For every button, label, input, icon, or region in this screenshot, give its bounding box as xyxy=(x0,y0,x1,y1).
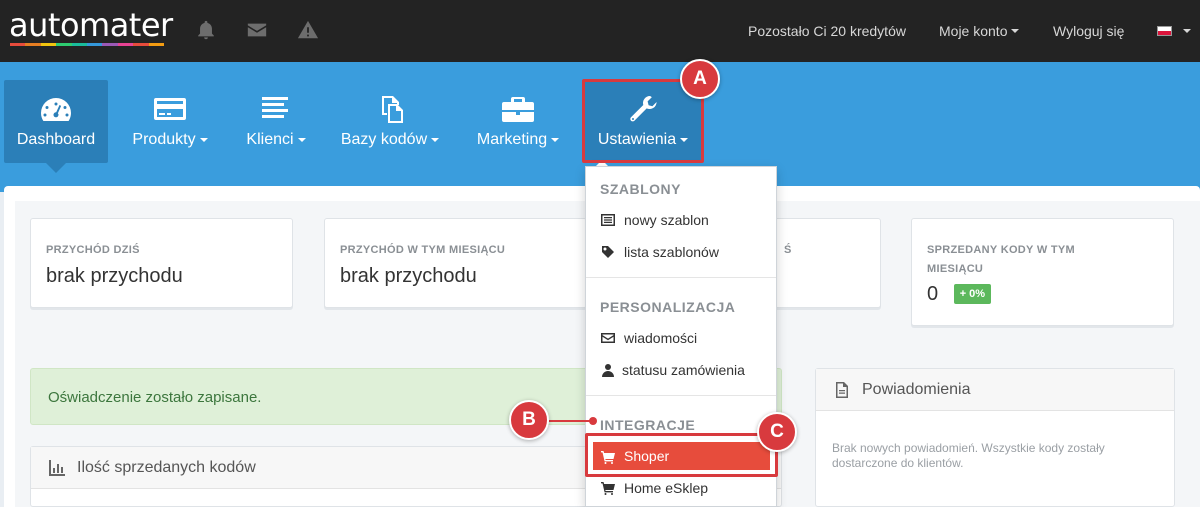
stat-value: brak przychodu xyxy=(340,265,477,287)
stat-card-revenue-today: PRZYCHÓD DZIŚ brak przychodu xyxy=(30,218,293,308)
nav-label: Dashboard xyxy=(16,131,96,148)
stat-value: brak przychodu xyxy=(46,265,183,287)
briefcase-icon xyxy=(501,94,535,124)
dropdown-divider xyxy=(586,277,776,278)
highlight-shoper xyxy=(585,433,778,477)
nav-bazy-kodow[interactable]: Bazy kodów xyxy=(333,80,447,163)
polish-flag-icon[interactable] xyxy=(1157,26,1172,36)
menu-item-lista-szablonow[interactable]: lista szablonów xyxy=(586,237,776,267)
alert-text: Oświadczenie zostało zapisane. xyxy=(48,389,262,406)
dropdown-header-personalizacja: PERSONALIZACJA xyxy=(600,299,736,315)
chevron-down-icon xyxy=(1011,29,1020,33)
logo-stripe-segment xyxy=(117,43,134,46)
notifications-empty-text: Brak nowych powiadomień. Wszystkie kody … xyxy=(832,441,1105,470)
automater-logo[interactable]: automater xyxy=(9,8,173,42)
box-title: Ilość sprzedanych kodów xyxy=(77,459,256,476)
credit-card-icon xyxy=(153,94,187,124)
menu-item-home-esklep[interactable]: Home eSklep xyxy=(586,473,776,503)
user-icon xyxy=(601,363,615,377)
logo-color-stripe xyxy=(10,43,165,46)
warning-icon[interactable] xyxy=(297,19,319,41)
dropdown-header-szablony: SZABLONY xyxy=(600,181,681,197)
dashboard-icon xyxy=(39,94,73,124)
bell-icon[interactable] xyxy=(195,19,217,41)
nav-label: Marketing xyxy=(476,131,548,148)
annotation-dot xyxy=(589,417,597,425)
menu-item-statusu-zamowienia[interactable]: statusu zamówienia xyxy=(586,355,776,385)
nav-dashboard[interactable]: Dashboard xyxy=(4,80,108,163)
annotation-connector xyxy=(549,420,591,422)
logo-stripe-segment xyxy=(102,43,118,46)
language-chevron-down-icon[interactable] xyxy=(1183,29,1191,33)
account-menu[interactable]: Moje konto xyxy=(939,0,1020,62)
stat-value: 0 + 0% xyxy=(927,283,992,306)
box-header: Powiadomienia xyxy=(816,369,1174,411)
logo-stripe-segment xyxy=(148,43,165,46)
logo-stripe-segment xyxy=(40,43,57,46)
logo-stripe-segment xyxy=(56,43,72,46)
nav-label: Produkty xyxy=(132,131,196,148)
credits-info: Pozostało Ci 20 kredytów xyxy=(748,23,906,39)
stat-title: SPRZEDANY KODY W TYM MIESIĄCU xyxy=(927,244,1075,275)
stat-title: PRZYCHÓD W TYM MIESIĄCU xyxy=(340,244,506,256)
notifications-box: Powiadomienia Brak nowych powiadomień. W… xyxy=(815,368,1175,507)
box-title: Powiadomienia xyxy=(862,381,971,398)
stat-title-partial: Ś xyxy=(784,244,792,256)
logo-stripe-segment xyxy=(10,43,26,46)
chevron-down-icon xyxy=(297,137,306,142)
nav-klienci[interactable]: Klienci xyxy=(234,80,318,163)
tag-icon xyxy=(601,245,615,259)
dropdown-divider xyxy=(586,395,776,396)
copy-icon xyxy=(373,94,407,124)
nav-label: Klienci xyxy=(246,131,294,148)
stat-title: PRZYCHÓD DZIŚ xyxy=(46,244,140,256)
nav-produkty[interactable]: Produkty xyxy=(120,80,220,163)
chevron-down-icon xyxy=(551,137,560,142)
logo-stripe-segment xyxy=(133,43,149,46)
logo-stripe-segment xyxy=(87,43,103,46)
menu-item-wiadomosci[interactable]: wiadomości xyxy=(586,323,776,353)
list-icon xyxy=(259,94,293,124)
annotation-marker-b: B xyxy=(509,400,549,440)
annotation-marker-a: A xyxy=(680,59,720,99)
top-bar: automater Pozostało Ci 20 kredytów Moje … xyxy=(0,0,1200,62)
stat-card-revenue-month: PRZYCHÓD W TYM MIESIĄCU brak przychodu xyxy=(324,218,587,308)
document-icon xyxy=(833,381,851,399)
envelope-icon[interactable] xyxy=(246,19,268,41)
cart-icon xyxy=(601,481,615,495)
active-nav-pointer xyxy=(46,163,66,173)
chevron-down-icon xyxy=(431,137,440,142)
chevron-down-icon xyxy=(199,137,208,142)
logout-link[interactable]: Wyloguj się xyxy=(1053,0,1124,62)
stat-card-codes-sold: SPRZEDANY KODY W TYM MIESIĄCU 0 + 0% xyxy=(911,218,1174,326)
growth-badge: + 0% xyxy=(953,284,992,304)
envelope-icon xyxy=(601,331,615,345)
logo-stripe-segment xyxy=(25,43,41,46)
dropdown-header-integracje: INTEGRACJE xyxy=(600,417,696,433)
bar-chart-icon xyxy=(48,459,66,477)
list-alt-icon xyxy=(601,213,615,227)
menu-item-nowy-szablon[interactable]: nowy szablon xyxy=(586,205,776,235)
nav-label: Bazy kodów xyxy=(340,131,428,148)
logo-stripe-segment xyxy=(71,43,88,46)
annotation-marker-c: C xyxy=(757,412,797,452)
nav-marketing[interactable]: Marketing xyxy=(466,80,570,163)
